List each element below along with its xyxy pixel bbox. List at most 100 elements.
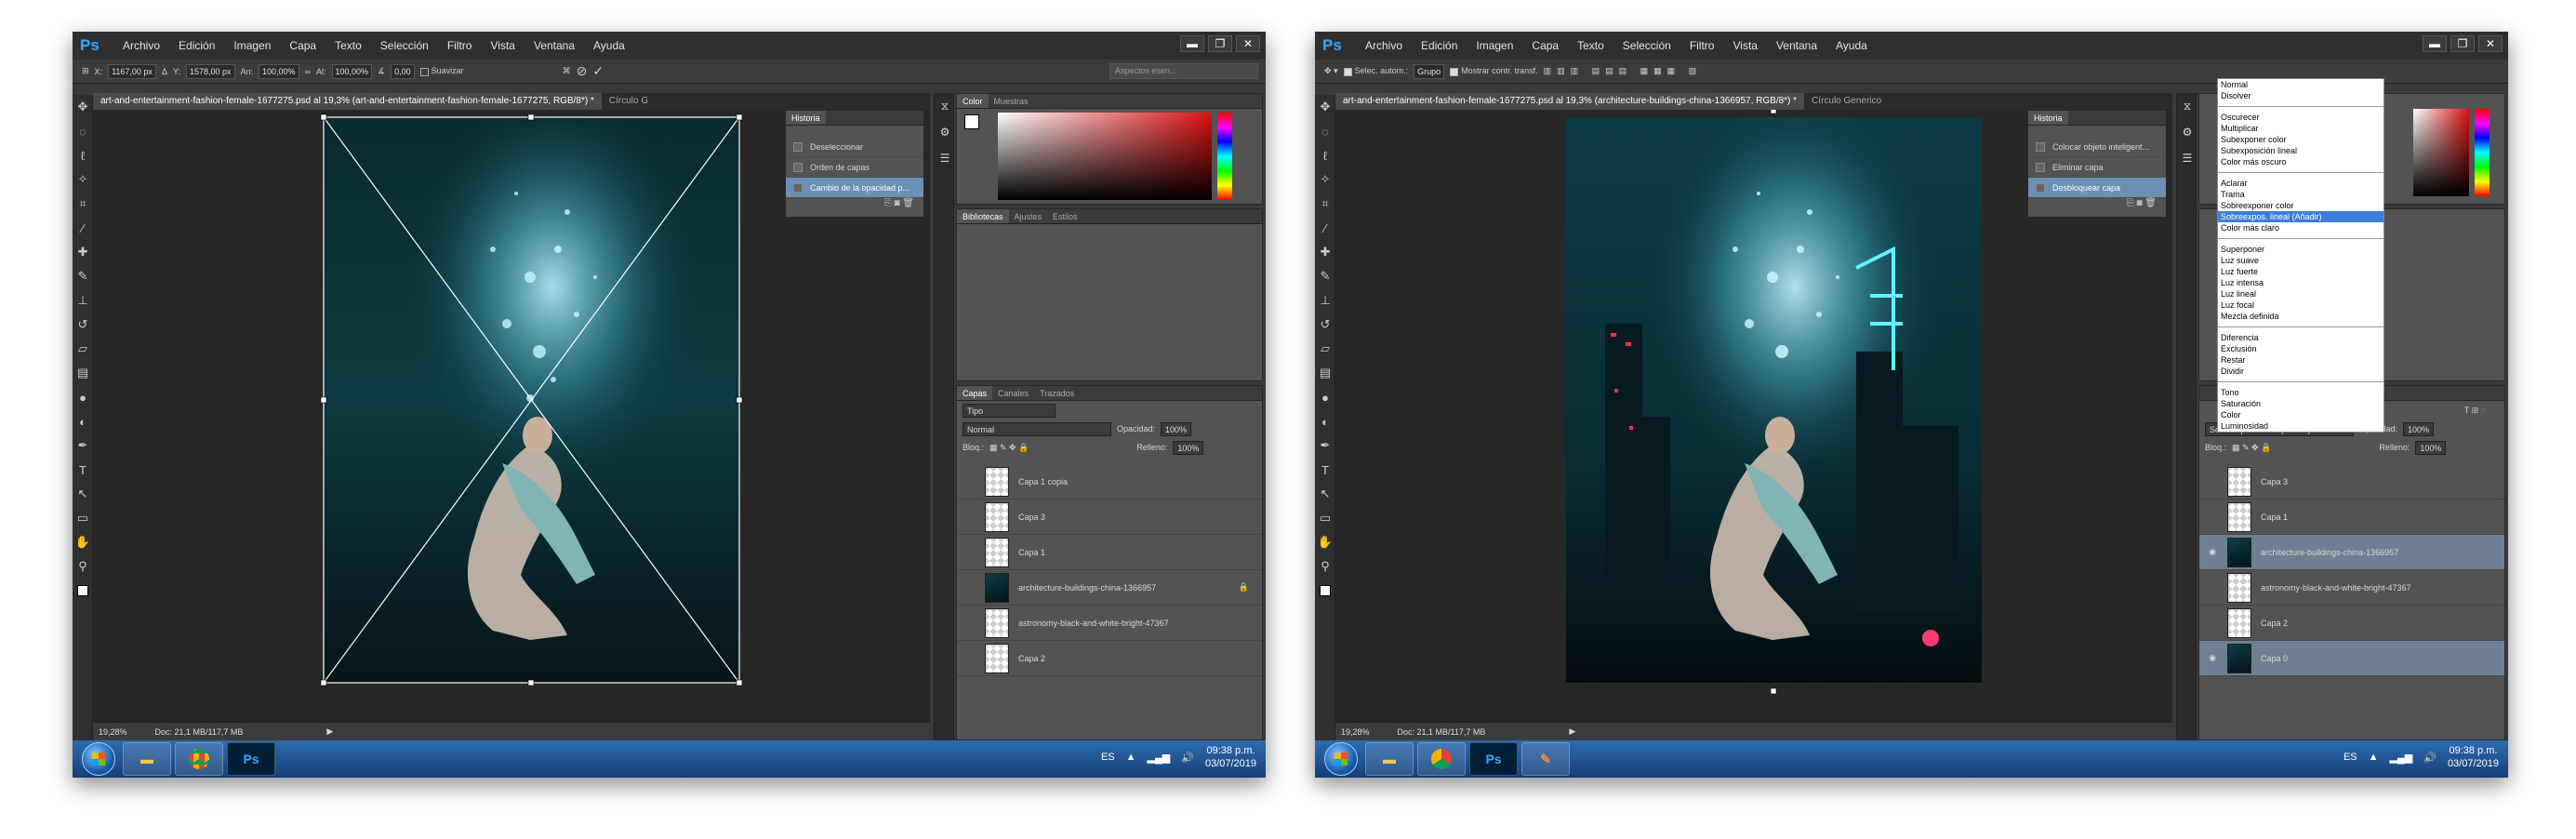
visibility-eye-icon[interactable] — [964, 653, 976, 664]
zoom-icon[interactable]: ⚲ — [1315, 554, 1335, 579]
history-brush-icon[interactable]: ↺ — [73, 313, 93, 337]
paths-tab[interactable]: Trazados — [1034, 386, 1080, 400]
hue-slider[interactable] — [2475, 109, 2490, 196]
blend-option[interactable]: Exclusión — [2218, 343, 2383, 354]
hand-icon[interactable]: ✋ — [1315, 530, 1335, 554]
eyedropper-icon[interactable]: ⁄ — [73, 216, 93, 240]
transform-controls-checkbox[interactable]: Mostrar contr. transf. — [1450, 66, 1538, 76]
blend-option[interactable]: Luz lineal — [2218, 288, 2383, 300]
lock-icons[interactable]: ▦ ✎ ✥ 🔒 — [989, 443, 1029, 453]
blend-mode-select[interactable]: Normal — [963, 421, 1111, 436]
stamp-icon[interactable]: ⊥ — [1315, 288, 1335, 313]
menu-ayuda[interactable]: Ayuda — [1826, 32, 1877, 60]
actions-dock-icon[interactable]: ⚙ — [935, 119, 955, 145]
path-select-icon[interactable]: ↖ — [1315, 482, 1335, 506]
smooth-checkbox[interactable]: Suavizar — [419, 66, 464, 76]
color-swatches-icon[interactable] — [73, 579, 93, 603]
layer-row[interactable]: Capa 2 — [957, 641, 1262, 676]
doc-tab-active[interactable]: art-and-entertainment-fashion-female-167… — [1335, 93, 1805, 110]
history-tab[interactable]: Historia — [2028, 111, 2068, 125]
tray-expand-icon[interactable]: ▲ — [2369, 752, 2379, 763]
blend-option[interactable]: Tono — [2218, 387, 2383, 398]
zoom-level[interactable]: 19,28% — [99, 727, 127, 737]
volume-icon[interactable]: 🔊 — [1181, 752, 1194, 764]
visibility-eye-icon[interactable] — [2207, 582, 2218, 593]
lasso-icon[interactable]: ℓ — [1315, 143, 1335, 167]
paint-icon[interactable]: ✎ — [1521, 742, 1570, 776]
language-indicator[interactable]: ES — [1101, 752, 1115, 763]
layer-row[interactable]: ◉ Capa 0 — [2199, 641, 2504, 676]
commit-transform-icon[interactable]: ✓ — [592, 63, 604, 79]
menu-texto[interactable]: Texto — [1568, 32, 1613, 60]
shape-icon[interactable]: ▭ — [73, 506, 93, 530]
status-arrow-icon[interactable]: ▶ — [1569, 726, 1575, 737]
menu-archivo[interactable]: Archivo — [1356, 32, 1412, 60]
pen-icon[interactable]: ✒ — [73, 433, 93, 458]
swatches-tab[interactable]: Muestras — [989, 94, 1034, 108]
history-brush-icon[interactable]: ↺ — [1315, 313, 1335, 337]
marquee-icon[interactable]: ◌ — [73, 119, 93, 143]
dodge-icon[interactable]: ◐ — [1315, 409, 1335, 433]
canvas-area[interactable]: Historia Deseleccionar Orden de capas Ca… — [93, 110, 930, 722]
visibility-eye-icon[interactable]: ◉ — [2207, 653, 2218, 664]
clock[interactable]: 09:38 p.m. 03/07/2019 — [2448, 744, 2499, 770]
start-button[interactable] — [1324, 742, 1358, 776]
layer-row[interactable]: architecture-buildings-china-1366957 🔒 — [957, 570, 1262, 606]
opacity-field[interactable]: 100% — [2403, 421, 2435, 436]
actions-dock-icon[interactable]: ⚙ — [2177, 119, 2198, 145]
zoom-level[interactable]: 19,28% — [1341, 727, 1370, 737]
trash-icon[interactable]: 🗑 — [2144, 198, 2157, 208]
hue-slider[interactable] — [1217, 113, 1232, 200]
lock-icons[interactable]: ▦ ✎ ✥ 🔒 — [2232, 443, 2271, 453]
visibility-eye-icon[interactable] — [964, 547, 976, 558]
menu-imagen[interactable]: Imagen — [1467, 32, 1522, 60]
foreground-swatch[interactable] — [964, 114, 979, 129]
reference-point-icon[interactable]: ⊞ — [82, 66, 89, 76]
layer-row[interactable]: Capa 1 — [957, 535, 1262, 570]
blend-option[interactable]: Sobreexponer color — [2218, 200, 2383, 211]
visibility-eye-icon[interactable] — [2207, 618, 2218, 629]
adjustments-tab[interactable]: Ajustes — [1009, 209, 1048, 223]
fill-field[interactable]: 100% — [2415, 440, 2447, 455]
canvas-area[interactable]: Historia Colocar objeto inteligent... El… — [1335, 110, 2172, 722]
blend-option[interactable]: Multiplicar — [2218, 123, 2383, 134]
type-icon[interactable]: T — [1315, 458, 1335, 482]
blur-icon[interactable]: ● — [1315, 385, 1335, 409]
history-item[interactable]: Eliminar capa — [2028, 157, 2166, 178]
doc-tab-circulo[interactable]: Círculo G — [602, 93, 656, 110]
menu-ventana[interactable]: Ventana — [1767, 32, 1826, 60]
blend-option[interactable]: Sobreexpos. lineal (Añadir) — [2218, 211, 2383, 222]
eraser-icon[interactable]: ▱ — [73, 337, 93, 361]
layer-row[interactable]: Capa 3 — [957, 499, 1262, 535]
w-field[interactable]: 100,00% — [259, 63, 299, 79]
opacity-field[interactable]: 100% — [1161, 421, 1192, 436]
blend-option[interactable]: Disolver — [2218, 90, 2383, 101]
history-item-selected[interactable]: Cambio de la opacidad p... — [786, 178, 923, 198]
autoselect-group-select[interactable]: Grupo — [1414, 63, 1445, 79]
x-field[interactable]: 1167,00 px — [108, 63, 156, 79]
history-item[interactable]: Colocar objeto inteligent... — [2028, 137, 2166, 157]
network-icon[interactable]: ▂▄▆ — [1148, 752, 1171, 764]
blend-option[interactable]: Oscurecer — [2218, 112, 2383, 123]
blend-option[interactable]: Trama — [2218, 189, 2383, 200]
explorer-icon[interactable]: ▬ — [1365, 742, 1414, 776]
camera-icon[interactable]: ◙ — [2136, 198, 2142, 208]
menu-edicion[interactable]: Edición — [1412, 32, 1467, 60]
layer-kind-filter[interactable]: Tipo — [963, 403, 1056, 418]
language-indicator[interactable]: ES — [2344, 752, 2357, 763]
y-field[interactable]: 1578,00 px — [185, 63, 235, 79]
menu-vista[interactable]: Vista — [481, 32, 524, 60]
visibility-eye-icon[interactable] — [964, 476, 976, 487]
blend-option[interactable]: Subexposición lineal — [2218, 145, 2383, 156]
healing-icon[interactable]: ✚ — [1315, 240, 1335, 264]
menu-ayuda[interactable]: Ayuda — [584, 32, 634, 60]
history-dock-icon[interactable]: ⧖ — [2177, 93, 2198, 119]
menu-capa[interactable]: Capa — [1522, 32, 1568, 60]
minimize-button[interactable]: ▬ — [1180, 35, 1204, 52]
gradient-icon[interactable]: ▤ — [73, 361, 93, 385]
blend-mode-dropdown[interactable]: Normal Disolver Oscurecer Multiplicar Subexp… — [2217, 78, 2384, 433]
layer-row[interactable]: Capa 1 copia — [957, 464, 1262, 499]
start-button[interactable] — [82, 742, 115, 776]
visibility-eye-icon[interactable] — [964, 618, 976, 629]
link-icon[interactable]: ∞ — [305, 67, 311, 76]
